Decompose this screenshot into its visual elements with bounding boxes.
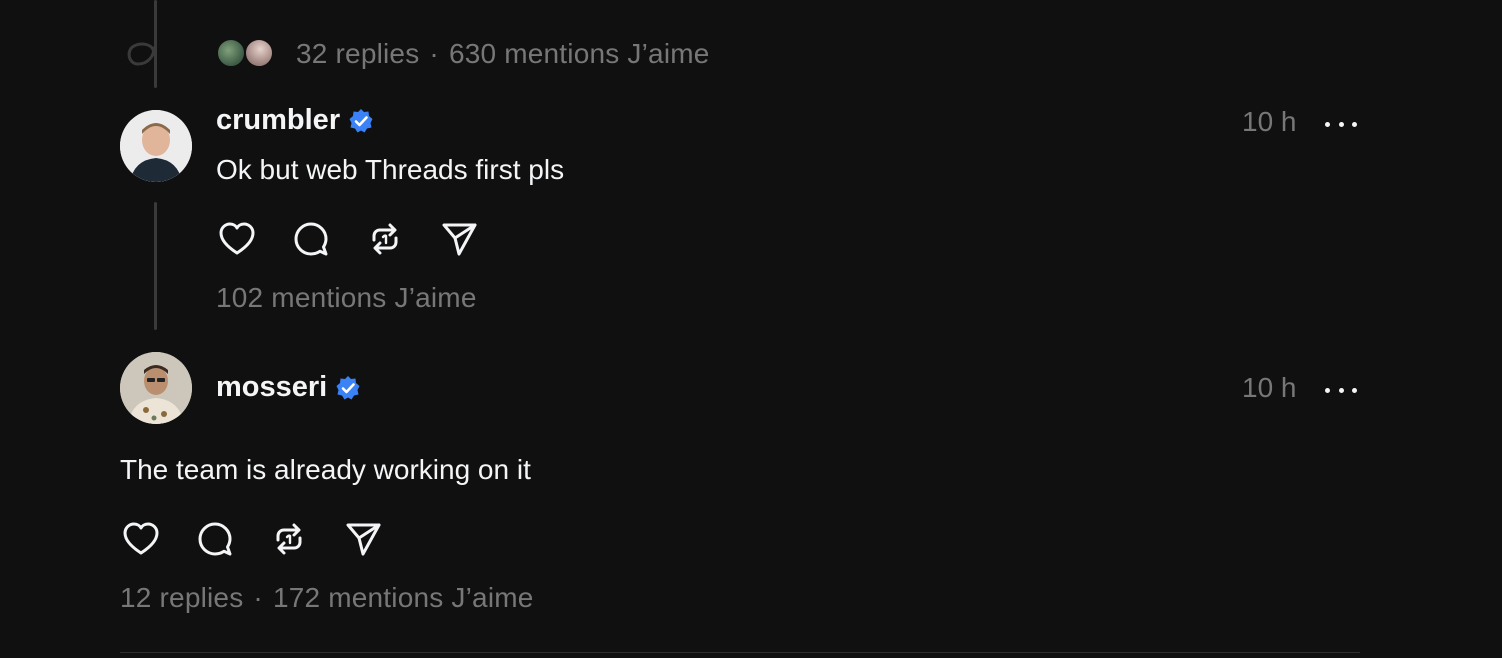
top-actions-cutoff [222,0,472,6]
thread-loop-icon [124,38,160,70]
post-actions [120,518,384,560]
verified-badge-icon [348,108,374,134]
share-button[interactable] [438,218,480,260]
more-dot [1338,387,1344,393]
likes-link[interactable]: 102 mentions J’aime [216,282,477,313]
post-likes: 102 mentions J’aime [216,282,477,314]
top-post-replies-link[interactable]: 32 replies [296,38,419,69]
meta-separator: · [253,582,263,613]
post-text: The team is already working on it [120,454,531,485]
heart-icon [219,222,255,255]
verified-badge-icon [335,375,361,401]
more-dot [1325,387,1330,393]
comment-button[interactable] [290,218,332,260]
comment-button[interactable] [194,518,236,560]
post-time[interactable]: 10 h [1242,106,1297,138]
repost-button[interactable] [268,518,310,560]
meta-separator: · [429,38,439,69]
reply-avatar-1 [216,38,246,68]
username-text[interactable]: crumbler [216,104,340,137]
more-dot [1338,121,1344,127]
comment-icon [294,222,328,256]
avatar-mosseri[interactable] [120,352,192,424]
more-dot [1352,387,1357,393]
post-divider [120,652,1360,653]
post-time[interactable]: 10 h [1242,372,1297,404]
like-button[interactable] [216,218,258,260]
top-post-likes-link[interactable]: 630 mentions J’aime [449,38,710,69]
like-button[interactable] [120,518,162,560]
send-icon [442,223,477,256]
username-text[interactable]: mosseri [216,371,327,404]
post-meta: 12 replies · 172 mentions J’aime [120,582,534,614]
post-username[interactable]: crumbler [216,104,374,137]
more-dot [1352,121,1357,127]
share-button[interactable] [342,518,384,560]
repost-icon [372,223,398,255]
send-icon [346,523,381,556]
post-text: Ok but web Threads first pls [216,154,565,185]
more-options-button[interactable] [1325,112,1357,136]
repost-button[interactable] [364,218,406,260]
avatar-crumbler[interactable] [120,110,192,182]
more-options-button[interactable] [1325,378,1357,402]
more-dot [1325,121,1330,127]
heart-icon [123,522,159,555]
reply-avatar-2 [244,38,274,68]
thread-line-crumbler [154,202,157,330]
top-post-meta: 32 replies · 630 mentions J’aime [296,38,710,70]
post-username[interactable]: mosseri [216,371,361,404]
comment-icon [198,522,232,556]
post-actions [216,218,480,260]
likes-link[interactable]: 172 mentions J’aime [273,582,534,613]
repost-icon [276,523,302,555]
replies-link[interactable]: 12 replies [120,582,243,613]
